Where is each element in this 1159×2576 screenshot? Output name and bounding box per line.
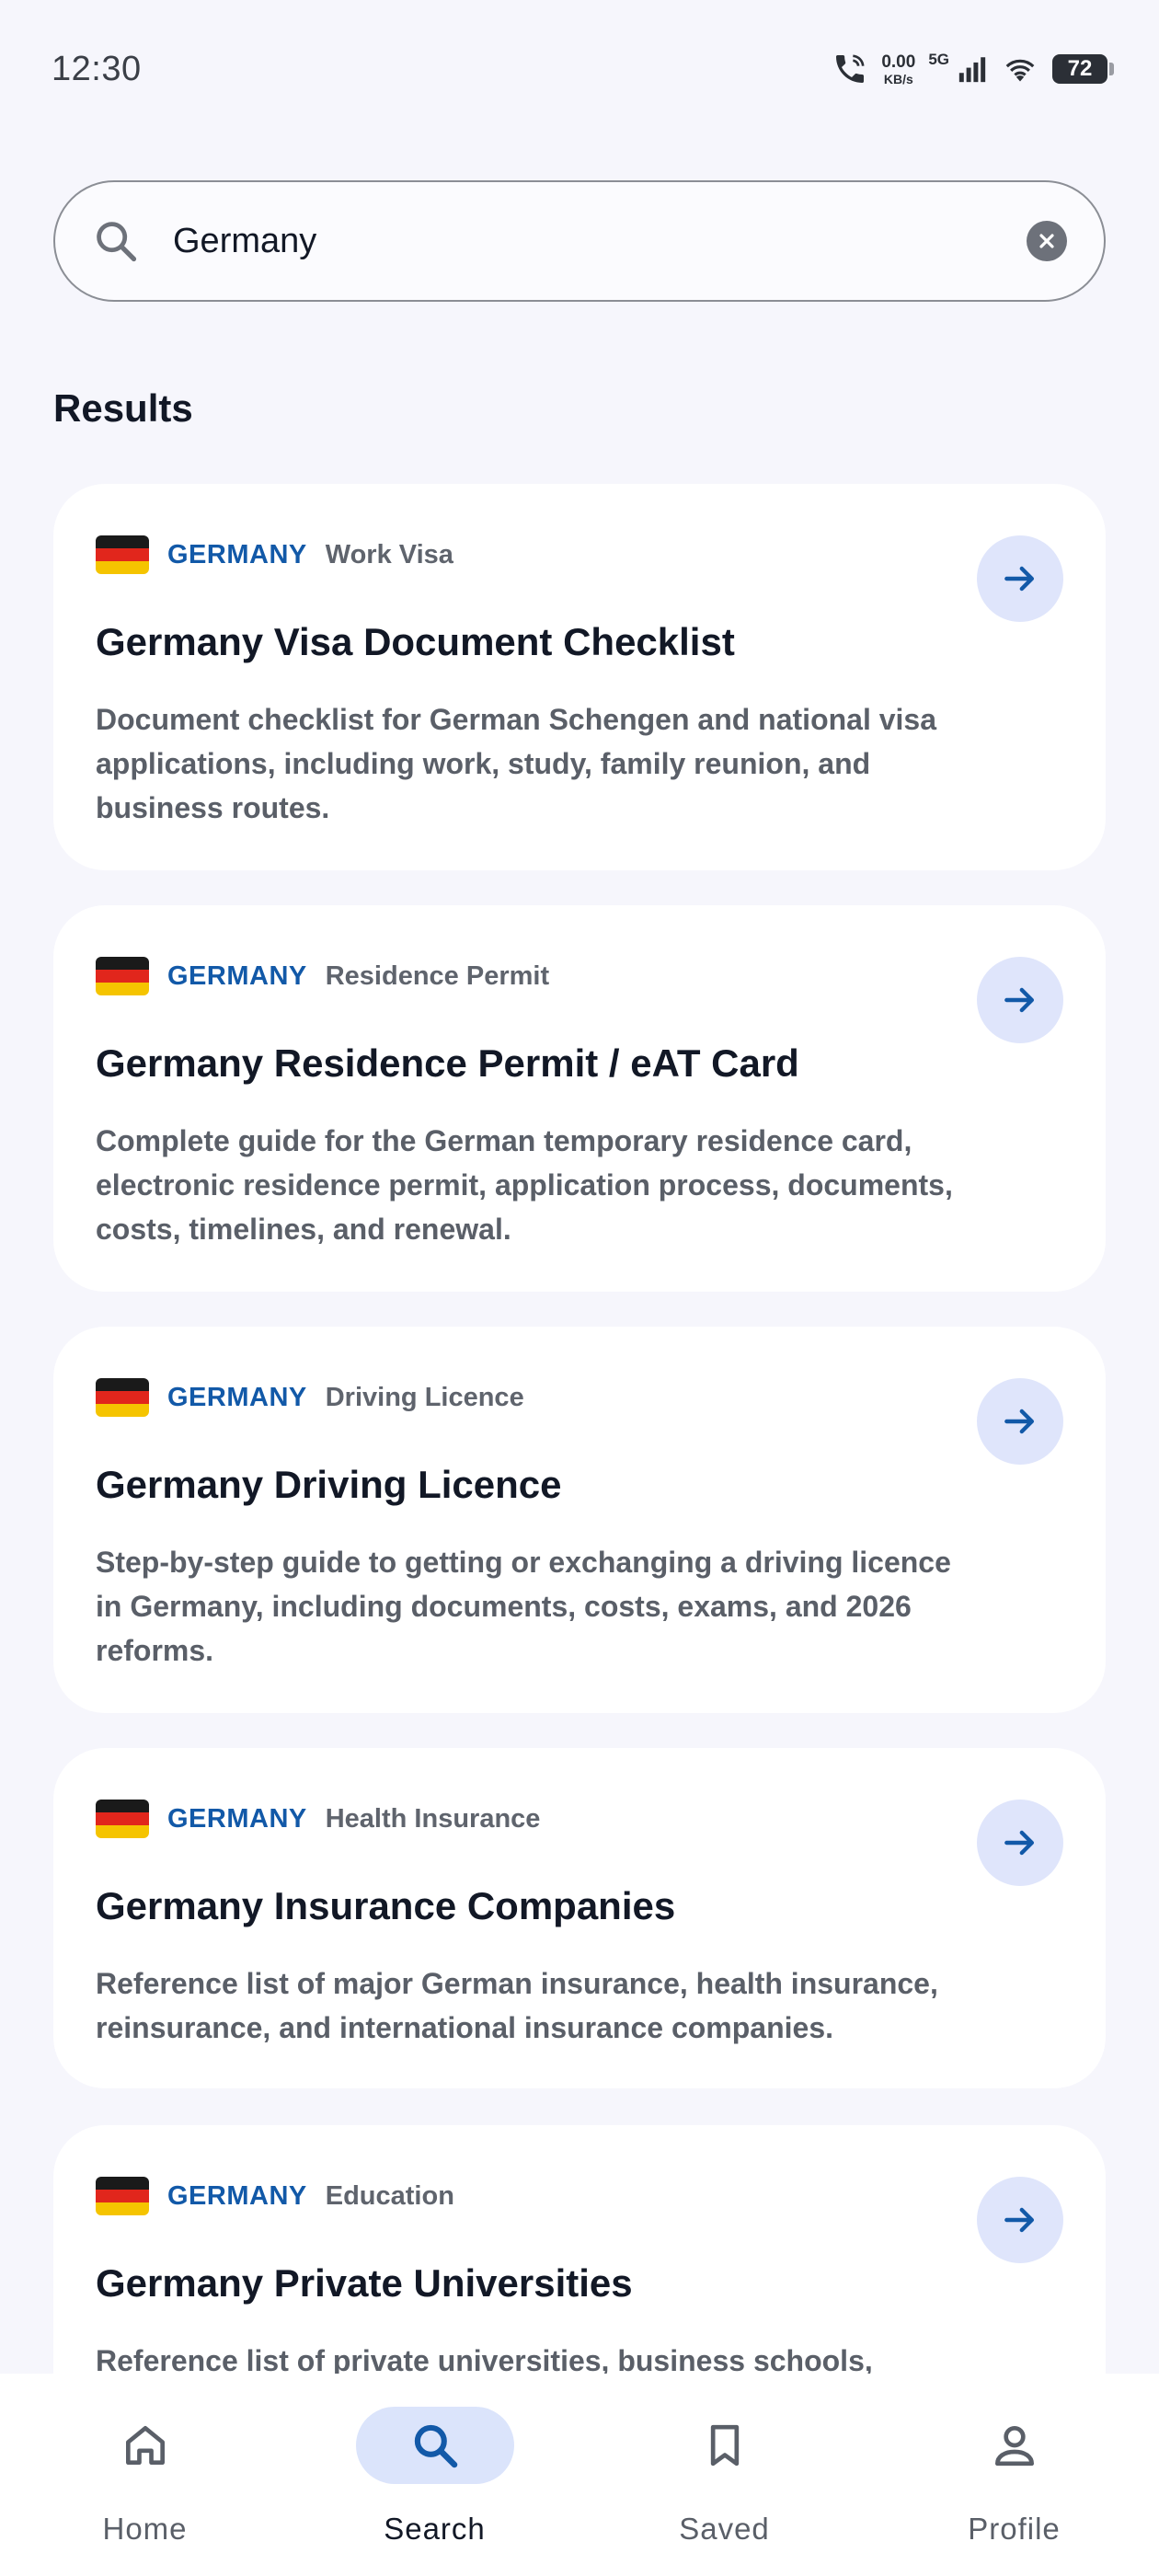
arrow-right-icon (1004, 2207, 1035, 2233)
card-category: Driving Licence (325, 1382, 524, 1412)
search-bar[interactable] (53, 180, 1106, 302)
status-icons: 0.00 KB/s 5G 72 (832, 51, 1114, 87)
arrow-right-icon (1004, 987, 1035, 1013)
nav-item-saved[interactable]: Saved (580, 2374, 869, 2576)
card-title: Germany Insurance Companies (96, 1884, 676, 1927)
nav-item-home[interactable]: Home (0, 2374, 290, 2576)
nav-label: Search (384, 2512, 486, 2546)
home-icon (125, 2426, 165, 2465)
person-icon (994, 2426, 1034, 2467)
germany-flag-icon (96, 1800, 149, 1838)
card-description: Step-by-step guide to getting or exchang… (96, 1546, 951, 1667)
card-description: Document checklist for German Schengen a… (96, 703, 937, 824)
card-country: GERMANY (167, 1382, 307, 1412)
card-meta: GERMANY Residence Permit (96, 957, 549, 995)
card-category: Education (325, 2180, 454, 2211)
wifi-icon (1005, 59, 1035, 82)
germany-flag-icon (96, 535, 149, 574)
nav-pill (935, 2407, 1094, 2484)
battery-indicator: 72 (1052, 54, 1114, 84)
card-country: GERMANY (167, 1803, 307, 1834)
search-icon (414, 2424, 457, 2468)
result-card[interactable]: GERMANY Work Visa Germany Visa Document … (53, 484, 1106, 870)
signal-icon (958, 57, 986, 83)
arrow-right-icon (1004, 1409, 1035, 1434)
wifi-calling-icon (836, 54, 865, 83)
bottom-nav: Home Search Saved Profile (0, 2374, 1159, 2576)
open-result-button[interactable] (977, 2177, 1063, 2263)
nav-pill (646, 2407, 804, 2484)
card-category: Work Visa (325, 539, 453, 569)
open-result-button[interactable] (977, 1800, 1063, 1886)
card-category: Health Insurance (325, 1803, 541, 1834)
net-speed: 0.00 KB/s (881, 53, 915, 86)
germany-flag-icon (96, 2177, 149, 2215)
card-meta: GERMANY Education (96, 2177, 454, 2215)
result-card[interactable]: GERMANY Driving Licence Germany Driving … (53, 1327, 1106, 1713)
net-speed-unit: KB/s (883, 71, 913, 86)
card-title: Germany Driving Licence (96, 1463, 562, 1506)
battery-level: 72 (1067, 56, 1093, 81)
card-title: Germany Visa Document Checklist (96, 620, 735, 663)
nav-label: Saved (679, 2512, 770, 2546)
arrow-right-icon (1004, 566, 1035, 592)
card-country: GERMANY (167, 960, 307, 991)
network-type: 5G (928, 51, 949, 68)
search-icon (97, 222, 137, 262)
results-heading: Results (53, 386, 193, 430)
net-speed-value: 0.00 (881, 52, 916, 72)
germany-flag-icon (96, 957, 149, 995)
nav-pill (355, 2407, 514, 2484)
arrow-right-icon (1004, 1830, 1035, 1856)
card-description: Reference list of major German insurance… (96, 1967, 938, 2044)
card-title: Germany Private Universities (96, 2261, 633, 2305)
card-meta: GERMANY Work Visa (96, 535, 453, 574)
open-result-button[interactable] (977, 1378, 1063, 1465)
open-result-button[interactable] (977, 957, 1063, 1043)
search-input[interactable] (173, 221, 1027, 261)
status-bar: 12:30 0.00 KB/s 5G 72 (0, 0, 1159, 138)
clear-search-button[interactable] (1027, 221, 1067, 261)
result-card[interactable]: GERMANY Health Insurance Germany Insuran… (53, 1748, 1106, 2088)
card-category: Residence Permit (325, 960, 550, 991)
card-title: Germany Residence Permit / eAT Card (96, 1041, 799, 1085)
close-icon (1039, 234, 1054, 248)
open-result-button[interactable] (977, 535, 1063, 622)
nav-item-profile[interactable]: Profile (869, 2374, 1159, 2576)
nav-item-search[interactable]: Search (290, 2374, 580, 2576)
bookmark-icon (710, 2424, 739, 2467)
card-meta: GERMANY Driving Licence (96, 1378, 524, 1417)
screen: 12:30 0.00 KB/s 5G 72 Germany Results GE… (0, 0, 1159, 2576)
result-card[interactable]: GERMANY Residence Permit Germany Residen… (53, 905, 1106, 1292)
card-country: GERMANY (167, 539, 307, 569)
status-time: 12:30 (52, 49, 142, 88)
nav-label: Profile (968, 2512, 1061, 2546)
nav-label: Home (102, 2512, 188, 2546)
germany-flag-icon (96, 1378, 149, 1417)
card-meta: GERMANY Health Insurance (96, 1800, 540, 1838)
card-country: GERMANY (167, 2180, 307, 2211)
card-description: Complete guide for the German temporary … (96, 1124, 953, 1246)
nav-pill (66, 2407, 224, 2484)
